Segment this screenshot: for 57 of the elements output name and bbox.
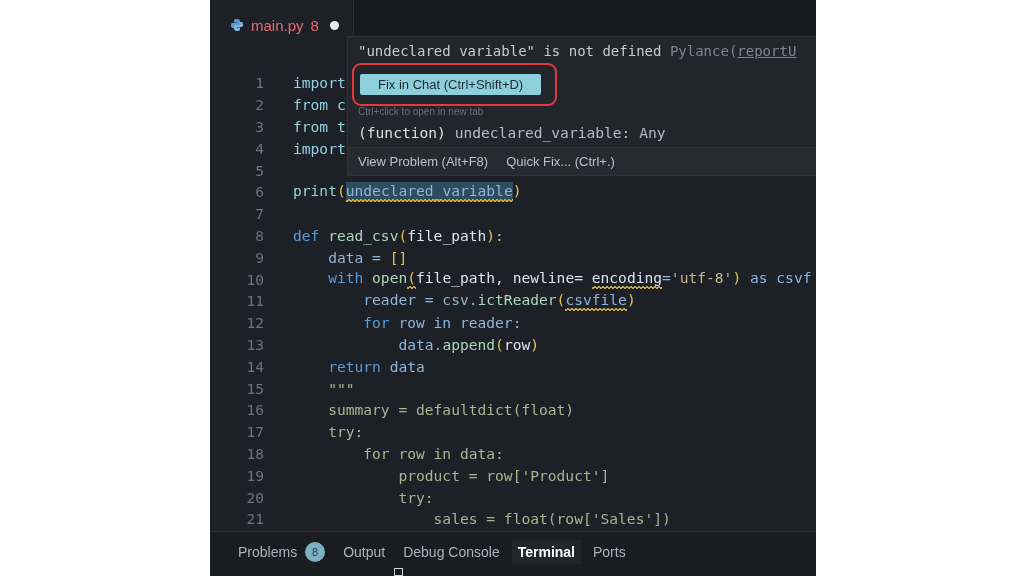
line-number: 9 [254, 248, 265, 266]
code-line: import [293, 139, 346, 157]
line-number: 4 [254, 139, 265, 157]
code-line: for row in data: [362, 444, 504, 462]
code-line: from c [293, 96, 346, 114]
count-badge: 8 [305, 542, 326, 562]
code-line: reader = csv.ictReader(csvfile) [293, 290, 636, 311]
code-line: summary = defaultdict(float) [327, 401, 575, 419]
panel-tab[interactable]: Debug Console [397, 540, 506, 564]
code-line: product = row['Product'] [397, 466, 610, 484]
line-number: 5 [254, 161, 265, 179]
line-number: 6 [254, 183, 265, 201]
code-line: from t [293, 118, 346, 135]
code-line: """ [327, 379, 355, 397]
line-number: 8 [254, 226, 265, 244]
line-number: 14 [245, 357, 265, 375]
code-line: with open(file_path, newline= encoding='utf-8') as csvf [293, 269, 812, 290]
problem-count: 8 [310, 16, 319, 34]
line-number: 20 [245, 488, 265, 506]
panel-tab[interactable]: Terminal [511, 540, 581, 564]
python-icon [230, 18, 244, 32]
line-number: 3 [254, 118, 265, 135]
code-line: sales = float(row['Sales']) [432, 510, 671, 528]
line-number: 15 [245, 379, 265, 397]
code-line: return data [327, 357, 425, 375]
line-number: 18 [245, 444, 265, 462]
line-number: 10 [245, 270, 265, 288]
line-number: 17 [245, 423, 265, 441]
panel-tab[interactable]: Ports [587, 540, 632, 564]
terminal-cursor-icon [394, 568, 403, 576]
hint-text: Ctrl+click to open in new tab [358, 106, 485, 118]
fix-in-chat-button[interactable]: Fix in Chat (Ctrl+Shift+D) [360, 74, 542, 95]
code-line: for row in reader: [362, 314, 522, 332]
code-line: data = [] [327, 248, 408, 266]
line-number: 13 [245, 335, 265, 353]
signature-text: (function) undeclared_variable: Any [357, 123, 667, 144]
code-line: def read_csv(file_path): [293, 226, 504, 244]
line-number: 12 [245, 314, 265, 332]
error-message: "undeclared variable" is not defined Pylance(reportU [357, 42, 798, 59]
line-number: 11 [245, 292, 265, 310]
line-number: 16 [245, 401, 265, 419]
code-line: print(undeclared_variable) [293, 181, 522, 202]
action-link[interactable]: Quick Fix... (Ctrl+.) [506, 154, 615, 169]
code-line: try: [397, 488, 434, 506]
code-line: data.append(row) [397, 335, 540, 353]
line-number: 7 [254, 205, 265, 223]
line-number: 19 [245, 466, 265, 484]
code-line: try: [327, 423, 364, 441]
line-number: 2 [254, 96, 265, 114]
tab-filename: main.py [251, 16, 304, 34]
file-tab[interactable]: main.py 8 [210, 0, 354, 50]
line-number: 21 [245, 510, 265, 528]
line-number: 1 [254, 74, 265, 92]
action-link[interactable]: View Problem (Alt+F8) [358, 154, 489, 169]
panel-tab[interactable]: Output [337, 540, 392, 564]
code-line: import [293, 74, 346, 92]
panel-tab[interactable]: Problems 8 [232, 538, 332, 566]
